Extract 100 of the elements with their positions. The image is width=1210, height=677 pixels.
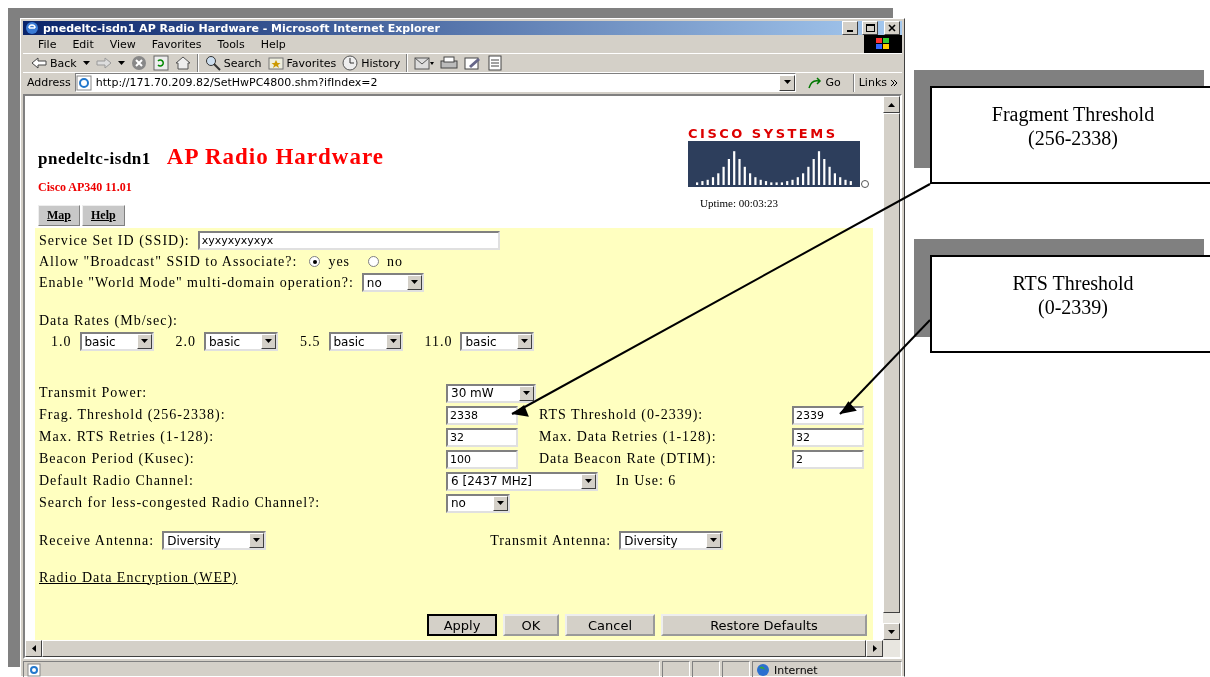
uptime: Uptime: 00:03:23 — [700, 197, 778, 209]
close-icon — [888, 24, 896, 32]
down-arrow-icon — [783, 80, 791, 85]
address-label: Address — [27, 76, 71, 89]
close-button[interactable] — [884, 21, 900, 35]
left-arrow-icon — [31, 645, 36, 652]
back-button[interactable]: Back — [31, 56, 77, 70]
menu-item[interactable]: View — [102, 37, 143, 51]
menu-item[interactable]: Help — [253, 37, 293, 51]
ssid-field[interactable]: xyxyxyxyxyx — [197, 231, 500, 250]
stop-icon — [130, 55, 147, 71]
rate-select[interactable]: basic — [204, 332, 278, 351]
maximize-icon — [865, 24, 875, 32]
field-label: Transmit Antenna: — [490, 532, 612, 549]
field-label: Frag. Threshold (256-2338): — [39, 407, 227, 423]
number-field[interactable]: 32 — [446, 427, 518, 447]
history-button[interactable]: History — [342, 55, 401, 71]
brand-name: CISCO SYSTEMS — [688, 126, 838, 141]
down-arrow-icon — [253, 538, 261, 543]
search-select[interactable]: no — [446, 493, 510, 513]
antenna-select[interactable]: Diversity — [619, 531, 724, 550]
discuss-button[interactable] — [488, 55, 503, 71]
down-arrow-icon — [389, 339, 397, 344]
field-label: Data Rates (Mb/sec): — [39, 312, 178, 329]
status-pane — [662, 661, 690, 677]
address-field[interactable]: http://171.70.209.82/SetHwPC4800.shm?ifIndex=2 — [74, 73, 797, 92]
page-title: AP Radio Hardware — [166, 144, 384, 170]
refresh-button[interactable] — [152, 55, 169, 71]
down-arrow-icon — [585, 478, 592, 484]
field-label: Max. RTS Retries (1-128): — [39, 429, 216, 445]
form-button[interactable]: Cancel — [565, 614, 655, 636]
maximize-button[interactable] — [862, 21, 878, 35]
stop-button[interactable] — [130, 55, 147, 71]
rate-label: 1.0 — [51, 333, 72, 350]
callout-title: RTS Threshold — [1011, 271, 1135, 295]
down-arrow-icon — [140, 339, 148, 344]
menu-item[interactable]: Edit — [65, 37, 101, 51]
menu-item[interactable]: Tools — [210, 37, 252, 51]
option-label: no — [387, 253, 404, 270]
window-title: pnedeltc-isdn1 AP Radio Hardware - Microsoft Internet Explorer — [43, 21, 441, 35]
page-icon — [75, 74, 92, 91]
menu-item[interactable]: File — [31, 37, 64, 51]
go-button[interactable]: Go — [800, 76, 849, 89]
down-arrow-icon — [410, 280, 418, 285]
flag-logo — [864, 35, 902, 53]
model-name: Cisco AP340 11.01 — [38, 180, 133, 195]
vertical-scrollbar[interactable] — [883, 96, 900, 640]
down-arrow-icon — [497, 500, 504, 506]
down-arrow-icon — [710, 538, 718, 543]
refresh-icon — [152, 55, 169, 71]
search-icon — [204, 55, 221, 71]
field-label: RTS Threshold (0-2339): — [539, 407, 705, 423]
go-arrow-icon — [808, 76, 823, 89]
up-arrow-icon — [888, 102, 895, 107]
number-field[interactable]: 100 — [446, 449, 518, 469]
number-field[interactable]: 32 — [792, 427, 864, 447]
horizontal-scrollbar[interactable] — [25, 640, 900, 657]
search-button[interactable]: Search — [204, 55, 262, 71]
menu-item[interactable]: Favorites — [144, 37, 209, 51]
form-button[interactable]: OK — [503, 614, 559, 636]
encryption-link[interactable]: Radio Data Encryption (WEP) — [39, 569, 238, 586]
home-button[interactable] — [174, 55, 191, 71]
number-field[interactable]: 2338 — [446, 405, 518, 425]
back-arrow-icon — [31, 57, 47, 69]
minimize-button[interactable] — [842, 21, 858, 35]
print-button[interactable] — [440, 56, 459, 70]
down-arrow-icon — [888, 629, 895, 634]
chevron-icon — [890, 78, 898, 87]
mail-icon — [414, 56, 435, 70]
radio-button[interactable] — [368, 256, 380, 267]
right-arrow-icon — [872, 645, 877, 652]
power-select[interactable]: 30 mW — [446, 383, 536, 403]
edit-button[interactable] — [464, 56, 483, 70]
radio-button[interactable] — [309, 256, 321, 267]
rate-select[interactable]: basic — [460, 332, 535, 351]
field-label: Allow "Broadcast" SSID to Associate?: — [39, 253, 298, 270]
rate-select[interactable]: basic — [79, 332, 154, 351]
edit-icon — [464, 56, 483, 70]
status-pane — [692, 661, 720, 677]
form-button[interactable]: Restore Defaults — [661, 614, 867, 636]
callout-range: (0-2339) — [1037, 295, 1109, 319]
down-arrow-icon — [82, 60, 90, 66]
channel-select[interactable]: 6 [2437 MHz] — [446, 471, 598, 491]
number-field[interactable]: 2339 — [792, 405, 864, 425]
rate-label: 11.0 — [424, 333, 453, 350]
field-label: Transmit Power: — [39, 385, 149, 401]
forward-arrow-icon — [95, 57, 112, 69]
nav-link[interactable]: Map — [38, 205, 80, 226]
number-field[interactable]: 2 — [792, 449, 864, 469]
rate-select[interactable]: basic — [328, 332, 403, 351]
callout-title: Fragment Threshold — [990, 102, 1156, 126]
antenna-select[interactable]: Diversity — [162, 531, 267, 550]
world-mode-select[interactable]: no — [361, 273, 424, 292]
mail-button[interactable] — [414, 56, 435, 70]
rate-label: 2.0 — [175, 333, 196, 350]
favorites-button[interactable]: Favorites — [267, 56, 337, 70]
links-button[interactable]: Links — [858, 76, 898, 89]
form-button[interactable]: Apply — [427, 614, 497, 636]
browser-e-icon — [25, 21, 39, 35]
nav-link[interactable]: Help — [82, 205, 125, 226]
